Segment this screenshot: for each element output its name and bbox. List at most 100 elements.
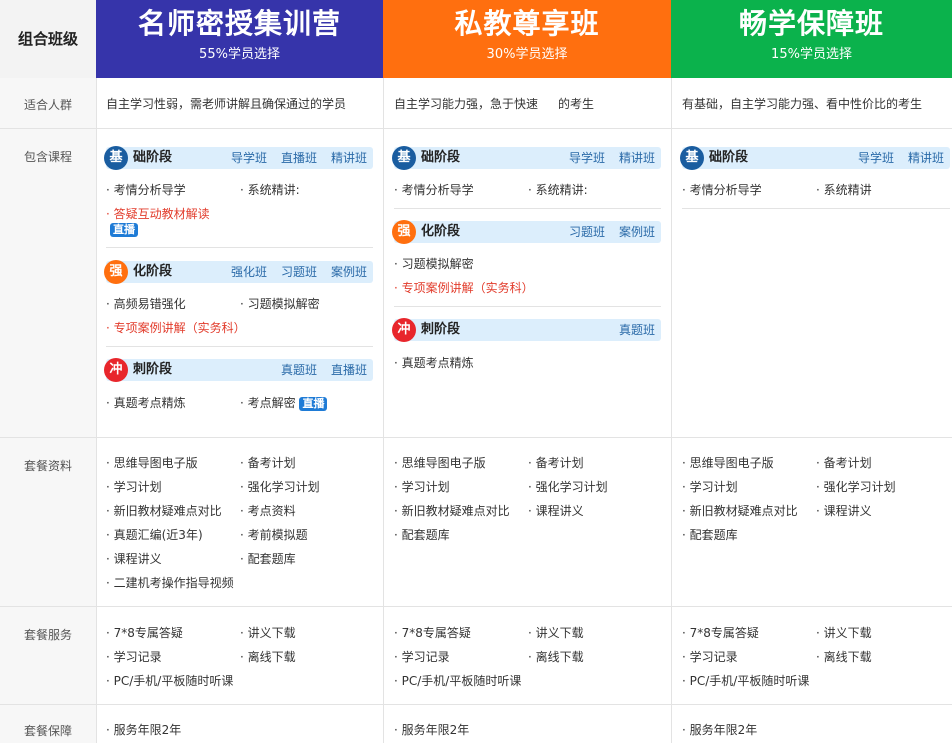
row-divider xyxy=(0,704,952,705)
material-item: · 新旧教材疑难点对比 xyxy=(106,504,222,518)
course-item: · 高频易错强化 xyxy=(106,297,186,311)
fit-text: 自主学习性弱，需老师讲解且确保通过的学员 xyxy=(106,97,347,111)
material-item: · 备考计划 xyxy=(816,456,872,470)
class-tag[interactable]: 导学班 xyxy=(231,151,267,165)
plan-header-1[interactable]: 名师密授集训营 55%学员选择 xyxy=(96,0,383,78)
material-item: · 配套题库 xyxy=(682,528,738,542)
guarantee-item: · 服务年限2年 xyxy=(394,723,470,737)
phase-header-chongci: 冲 刺阶段 真题班 直播班 xyxy=(104,358,373,382)
class-tag[interactable]: 真题班 xyxy=(619,323,655,337)
phase-name: 化阶段 xyxy=(133,264,173,279)
phase-header-chongci: 冲 刺阶段 真题班 xyxy=(392,318,661,342)
phase-badge-icon: 冲 xyxy=(104,358,128,382)
class-tag[interactable]: 精讲班 xyxy=(331,151,367,165)
class-tag[interactable]: 导学班 xyxy=(858,151,894,165)
service-item: · 学习记录 xyxy=(106,650,162,664)
material-item: · 考前模拟题 xyxy=(240,528,308,542)
material-item: · 思维导图电子版 xyxy=(106,456,198,470)
class-tag[interactable]: 真题班 xyxy=(281,363,317,377)
course-item-label: · 考点解密 xyxy=(240,396,296,410)
row-label-guarantee: 套餐保障 xyxy=(0,704,96,743)
material-item: · 强化学习计划 xyxy=(240,480,320,494)
plan-subtitle: 55%学员选择 xyxy=(199,47,280,62)
service-item: · 离线下载 xyxy=(240,650,296,664)
course-item: · 考情分析导学 xyxy=(106,183,186,197)
plan-subtitle: 30%学员选择 xyxy=(486,47,568,62)
phase-name: 础阶段 xyxy=(421,150,461,165)
fit-text-part: 自主学习能力强，急于快速 xyxy=(394,97,539,111)
class-tag[interactable]: 习题班 xyxy=(281,265,317,279)
phase-badge-icon: 基 xyxy=(680,146,704,170)
service-item: · 学习记录 xyxy=(682,650,738,664)
service-item: · 7*8专属答疑 xyxy=(106,626,183,640)
material-item: · 二建机考操作指导视频 xyxy=(106,576,234,590)
class-tag[interactable]: 精讲班 xyxy=(908,151,944,165)
col-divider xyxy=(671,78,672,743)
phase-divider xyxy=(394,208,661,209)
row-label-services: 套餐服务 xyxy=(0,606,96,704)
course-item-highlight: · 专项案例讲解（实务科） xyxy=(106,321,246,335)
service-item: · 离线下载 xyxy=(816,650,872,664)
phase-name: 刺阶段 xyxy=(133,362,173,377)
phase-badge-icon: 强 xyxy=(392,220,416,244)
course-item: · 考情分析导学 xyxy=(394,183,474,197)
comparison-table: 组合班级 名师密授集训营 55%学员选择 私教尊享班 30%学员选择 畅学保障班… xyxy=(0,0,952,743)
guarantee-item: · 服务年限2年 xyxy=(106,723,182,737)
phase-badge-icon: 基 xyxy=(392,146,416,170)
course-item: · 习题模拟解密 xyxy=(394,257,474,271)
material-item: · 思维导图电子版 xyxy=(682,456,774,470)
material-item: · 新旧教材疑难点对比 xyxy=(682,504,798,518)
col-divider xyxy=(96,78,97,743)
class-tag[interactable]: 精讲班 xyxy=(619,151,655,165)
phase-header-jichu: 基 础阶段 导学班 精讲班 xyxy=(680,146,950,170)
plan-header-3[interactable]: 畅学保障班 15%学员选择 xyxy=(671,0,952,78)
phase-divider xyxy=(394,306,661,307)
fit-text: 自主学习能力强，急于快速 的考生 xyxy=(394,88,594,120)
corner-header: 组合班级 xyxy=(0,0,96,78)
plan-subtitle: 15%学员选择 xyxy=(771,47,852,62)
guarantee-item: · 服务年限2年 xyxy=(682,723,758,737)
class-tag[interactable]: 案例班 xyxy=(619,225,655,239)
service-item: · 7*8专属答疑 xyxy=(394,626,471,640)
class-tag[interactable]: 直播班 xyxy=(331,363,367,377)
class-tag[interactable]: 强化班 xyxy=(231,265,267,279)
class-tag[interactable]: 习题班 xyxy=(569,225,605,239)
phase-badge-icon: 冲 xyxy=(392,318,416,342)
material-item: · 考点资料 xyxy=(240,504,296,518)
plan-title: 畅学保障班 xyxy=(738,7,884,40)
live-badge-label: 直播 xyxy=(110,223,138,237)
class-tag[interactable]: 案例班 xyxy=(331,265,367,279)
row-divider xyxy=(0,128,952,129)
fit-text-part: 的考生 xyxy=(558,97,595,111)
phase-header-qianghua: 强 化阶段 强化班 习题班 案例班 xyxy=(104,260,373,284)
material-item: · 新旧教材疑难点对比 xyxy=(394,504,510,518)
material-item: · 课程讲义 xyxy=(816,504,872,518)
row-divider xyxy=(0,437,952,438)
row-label-fit: 适合人群 xyxy=(0,78,96,128)
plan-title: 私教尊享班 xyxy=(454,7,600,40)
class-tag[interactable]: 导学班 xyxy=(569,151,605,165)
course-item: · 系统精讲: xyxy=(240,183,300,197)
phase-name: 础阶段 xyxy=(709,150,749,165)
material-item: · 强化学习计划 xyxy=(528,480,608,494)
course-item: · 真题考点精炼 xyxy=(106,396,186,410)
live-badge: 直播 xyxy=(299,397,328,411)
phase-name: 础阶段 xyxy=(133,150,173,165)
phase-name: 化阶段 xyxy=(421,224,461,239)
service-item: · 学习记录 xyxy=(394,650,450,664)
plan-header-2[interactable]: 私教尊享班 30%学员选择 xyxy=(383,0,671,78)
fit-text: 有基础，自主学习能力强、看中性价比的考生 xyxy=(682,97,923,111)
material-item: · 真题汇编(近3年) xyxy=(106,528,203,542)
row-label-materials: 套餐资料 xyxy=(0,437,96,606)
phase-divider xyxy=(106,346,373,347)
phase-header-qianghua: 强 化阶段 习题班 案例班 xyxy=(392,220,661,244)
material-item: · 强化学习计划 xyxy=(816,480,896,494)
class-tag[interactable]: 直播班 xyxy=(281,151,317,165)
material-item: · 学习计划 xyxy=(682,480,738,494)
material-item: · 学习计划 xyxy=(106,480,162,494)
phase-header-jichu: 基 础阶段 导学班 直播班 精讲班 xyxy=(104,146,373,170)
service-item: · PC/手机/平板随时听课 xyxy=(394,674,522,688)
material-item: · 配套题库 xyxy=(240,552,296,566)
live-badge: 直播 xyxy=(110,221,138,237)
material-item: · 课程讲义 xyxy=(528,504,584,518)
